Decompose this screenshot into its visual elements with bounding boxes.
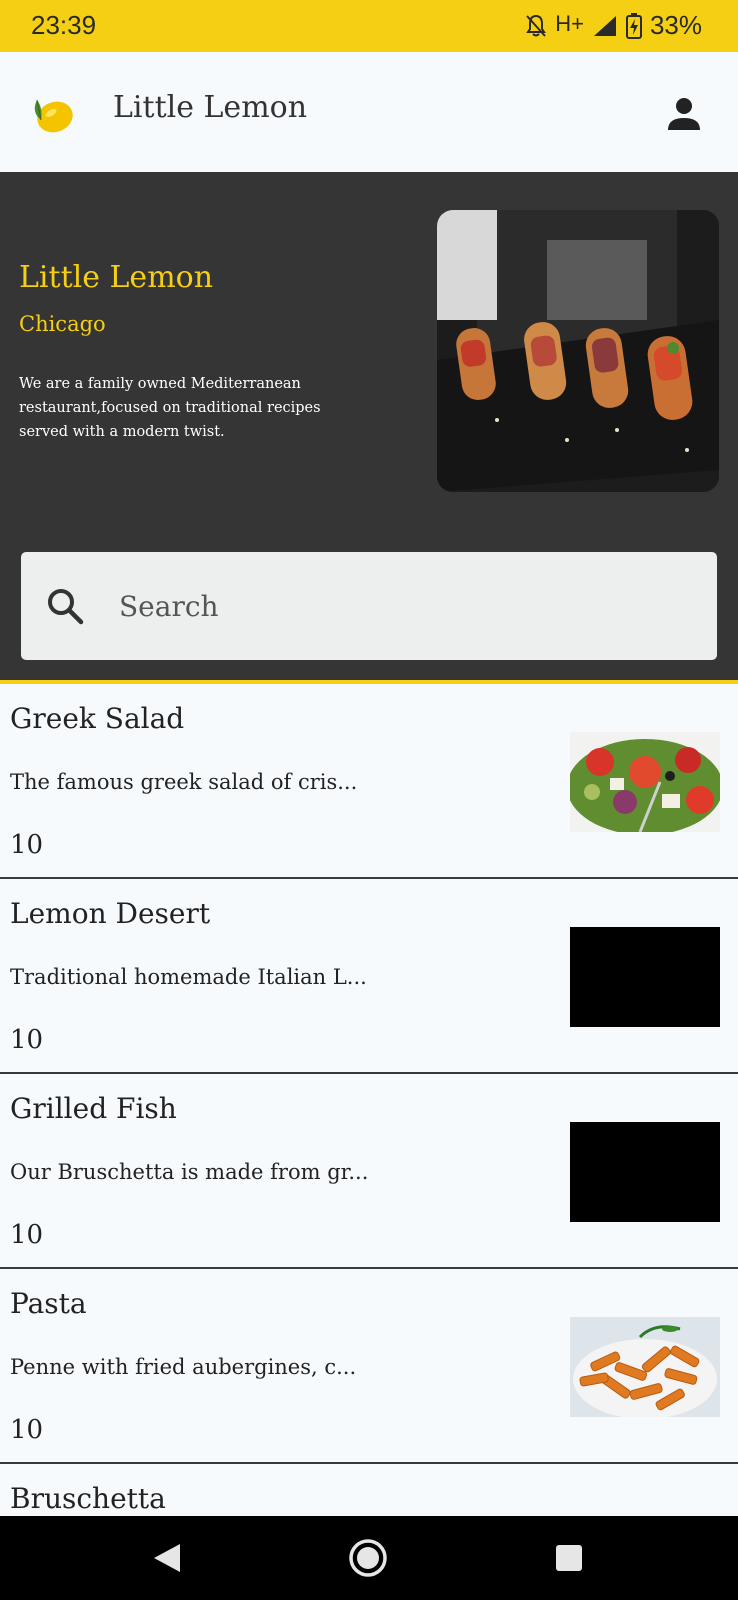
status-time: 23:39 — [31, 10, 97, 40]
menu-item-bruschetta[interactable]: Bruschetta — [0, 1464, 738, 1516]
search-input[interactable] — [117, 572, 681, 640]
menu-item-description: The famous greek salad of cris... — [10, 770, 358, 794]
search-bar[interactable] — [21, 552, 717, 660]
battery-percent: 33% — [649, 10, 702, 40]
menu-list[interactable]: Greek Salad The famous greek salad of cr… — [0, 684, 738, 1516]
menu-item-name: Bruschetta — [10, 1482, 166, 1515]
menu-item-image — [570, 1317, 720, 1417]
person-icon[interactable] — [664, 94, 704, 134]
menu-item-image — [570, 732, 720, 832]
menu-item-image — [570, 1122, 720, 1222]
system-nav-bar — [0, 1516, 738, 1600]
hero-title: Little Lemon — [19, 260, 214, 295]
menu-item-image — [570, 927, 720, 1027]
menu-item-price: 10 — [10, 1025, 44, 1055]
status-bar: 23:39 H+ 33% — [0, 0, 738, 52]
app-title: Little Lemon — [113, 90, 308, 125]
status-icons: H+ 33% — [525, 10, 702, 41]
menu-item-name: Pasta — [10, 1287, 87, 1320]
menu-item-greek-salad[interactable]: Greek Salad The famous greek salad of cr… — [0, 684, 738, 879]
menu-item-name: Lemon Desert — [10, 897, 211, 930]
menu-item-description: Our Bruschetta is made from gr... — [10, 1160, 369, 1184]
menu-item-price: 10 — [10, 1220, 44, 1250]
recents-icon[interactable] — [555, 1544, 583, 1572]
home-icon[interactable] — [348, 1538, 388, 1578]
lemon-icon — [34, 99, 73, 133]
notifications-off-icon — [526, 14, 547, 37]
app-top-bar: Little Lemon — [0, 52, 738, 172]
menu-item-name: Grilled Fish — [10, 1092, 177, 1125]
menu-item-pasta[interactable]: Pasta Penne with fried aubergines, c... … — [0, 1269, 738, 1464]
signal-icon — [593, 15, 616, 36]
back-icon[interactable] — [152, 1542, 182, 1574]
battery-charging-icon — [625, 12, 642, 39]
menu-item-price: 10 — [10, 830, 44, 860]
network-type: H+ — [555, 10, 584, 36]
menu-item-description: Penne with fried aubergines, c... — [10, 1355, 357, 1379]
menu-item-price: 10 — [10, 1415, 44, 1445]
hero-section: Little Lemon Chicago We are a family own… — [0, 172, 738, 680]
menu-item-description: Traditional homemade Italian L... — [10, 965, 367, 989]
menu-item-lemon-desert[interactable]: Lemon Desert Traditional homemade Italia… — [0, 879, 738, 1074]
hero-description: We are a family owned Mediterranean rest… — [19, 376, 321, 440]
search-icon — [48, 589, 84, 625]
hero-city: Chicago — [19, 312, 106, 336]
menu-item-name: Greek Salad — [10, 702, 185, 735]
menu-item-grilled-fish[interactable]: Grilled Fish Our Bruschetta is made from… — [0, 1074, 738, 1269]
hero-image — [437, 210, 719, 492]
